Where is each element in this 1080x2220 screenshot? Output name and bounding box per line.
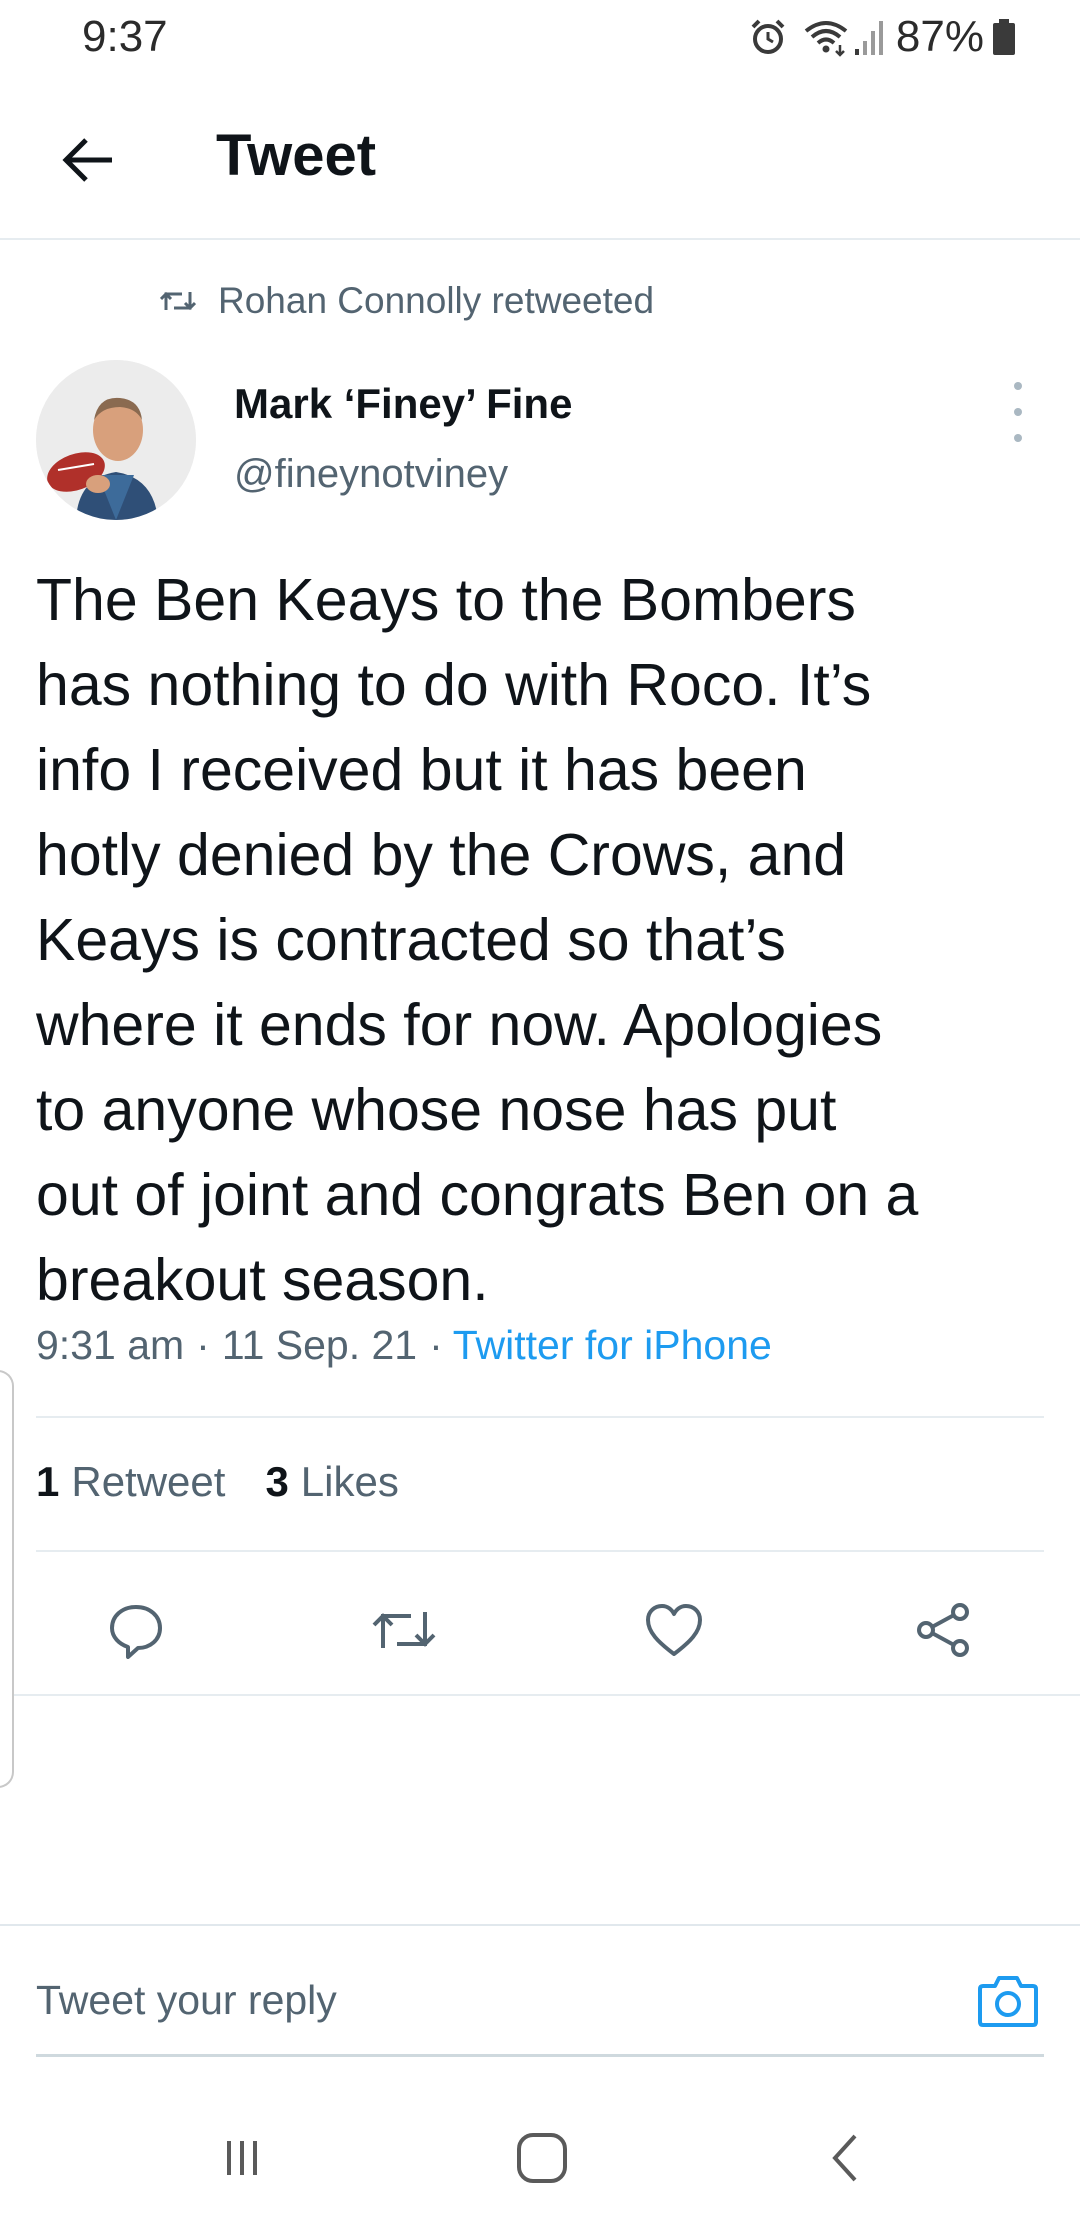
recent-apps-icon (217, 2133, 267, 2183)
avatar[interactable] (36, 360, 196, 520)
divider (36, 1550, 1044, 1552)
share-icon (914, 1600, 974, 1660)
alarm-icon (748, 17, 788, 57)
more-options-icon[interactable] (994, 382, 1042, 442)
home-icon (514, 2130, 570, 2186)
divider (36, 1416, 1044, 1418)
more-dot (1014, 408, 1022, 416)
battery-percent: 87% (895, 12, 984, 61)
reply-underline (36, 2054, 1044, 2057)
status-time: 9:37 (82, 12, 168, 61)
home-button[interactable] (502, 2118, 582, 2198)
tweet-source-link[interactable]: Twitter for iPhone (453, 1322, 772, 1369)
system-nav-bar (0, 2090, 1080, 2220)
tweet-stats: 1 Retweet 3 Likes (36, 1458, 439, 1506)
back-chevron-icon (821, 2130, 871, 2186)
reply-icon (107, 1601, 165, 1659)
avatar-image (36, 360, 196, 520)
retweets-stat[interactable]: 1 Retweet (36, 1458, 225, 1506)
retweet-small-icon (160, 286, 196, 316)
tweet-actions (0, 1570, 1080, 1690)
tweet-text: The Ben Keays to the Bombers has nothing… (36, 567, 919, 1313)
retweet-icon (371, 1604, 437, 1656)
retweets-label: Retweet (71, 1458, 226, 1505)
author-name[interactable]: Mark ‘Finey’ Fine (234, 380, 572, 428)
camera-button[interactable] (974, 1966, 1042, 2034)
recent-apps-button[interactable] (202, 2118, 282, 2198)
tweet-date: 11 Sep. 21 (221, 1322, 418, 1368)
like-button[interactable] (634, 1590, 714, 1670)
tweet-meta: 9:31 am · 11 Sep. 21 · Twitter for iPhon… (36, 1322, 772, 1369)
more-dot (1014, 434, 1022, 442)
app-bar: Tweet (0, 80, 1080, 240)
reply-bar-divider (0, 1924, 1080, 1926)
meta-separator: · (196, 1322, 210, 1368)
author-handle[interactable]: @fineynotviney (234, 452, 508, 497)
meta-separator: · (429, 1322, 443, 1368)
likes-label: Likes (300, 1458, 399, 1505)
retweet-context-text: Rohan Connolly retweeted (218, 280, 655, 321)
divider (0, 1694, 1080, 1696)
back-arrow-icon (60, 135, 116, 185)
likes-count: 3 (265, 1458, 289, 1505)
battery-icon (992, 17, 1016, 57)
signal-icon (854, 17, 888, 57)
back-button[interactable] (48, 120, 128, 200)
likes-stat[interactable]: 3 Likes (265, 1458, 398, 1506)
camera-icon (977, 1972, 1039, 2028)
retweets-count: 1 (36, 1458, 60, 1505)
share-button[interactable] (904, 1590, 984, 1670)
edge-panel-handle[interactable] (0, 1370, 14, 1788)
status-icons: 87% (748, 12, 1016, 62)
reply-input[interactable]: Tweet your reply (36, 1970, 936, 2030)
like-icon (644, 1602, 704, 1658)
wifi-icon (802, 17, 850, 57)
reply-button[interactable] (96, 1590, 176, 1670)
tweet-time: 9:31 am (36, 1322, 185, 1368)
back-nav-button[interactable] (806, 2118, 886, 2198)
retweet-context[interactable]: Rohan Connolly retweeted (160, 278, 654, 324)
status-bar: 9:37 87% (0, 0, 1080, 80)
more-dot (1014, 382, 1022, 390)
page-title: Tweet (216, 123, 377, 188)
retweet-button[interactable] (364, 1590, 444, 1670)
